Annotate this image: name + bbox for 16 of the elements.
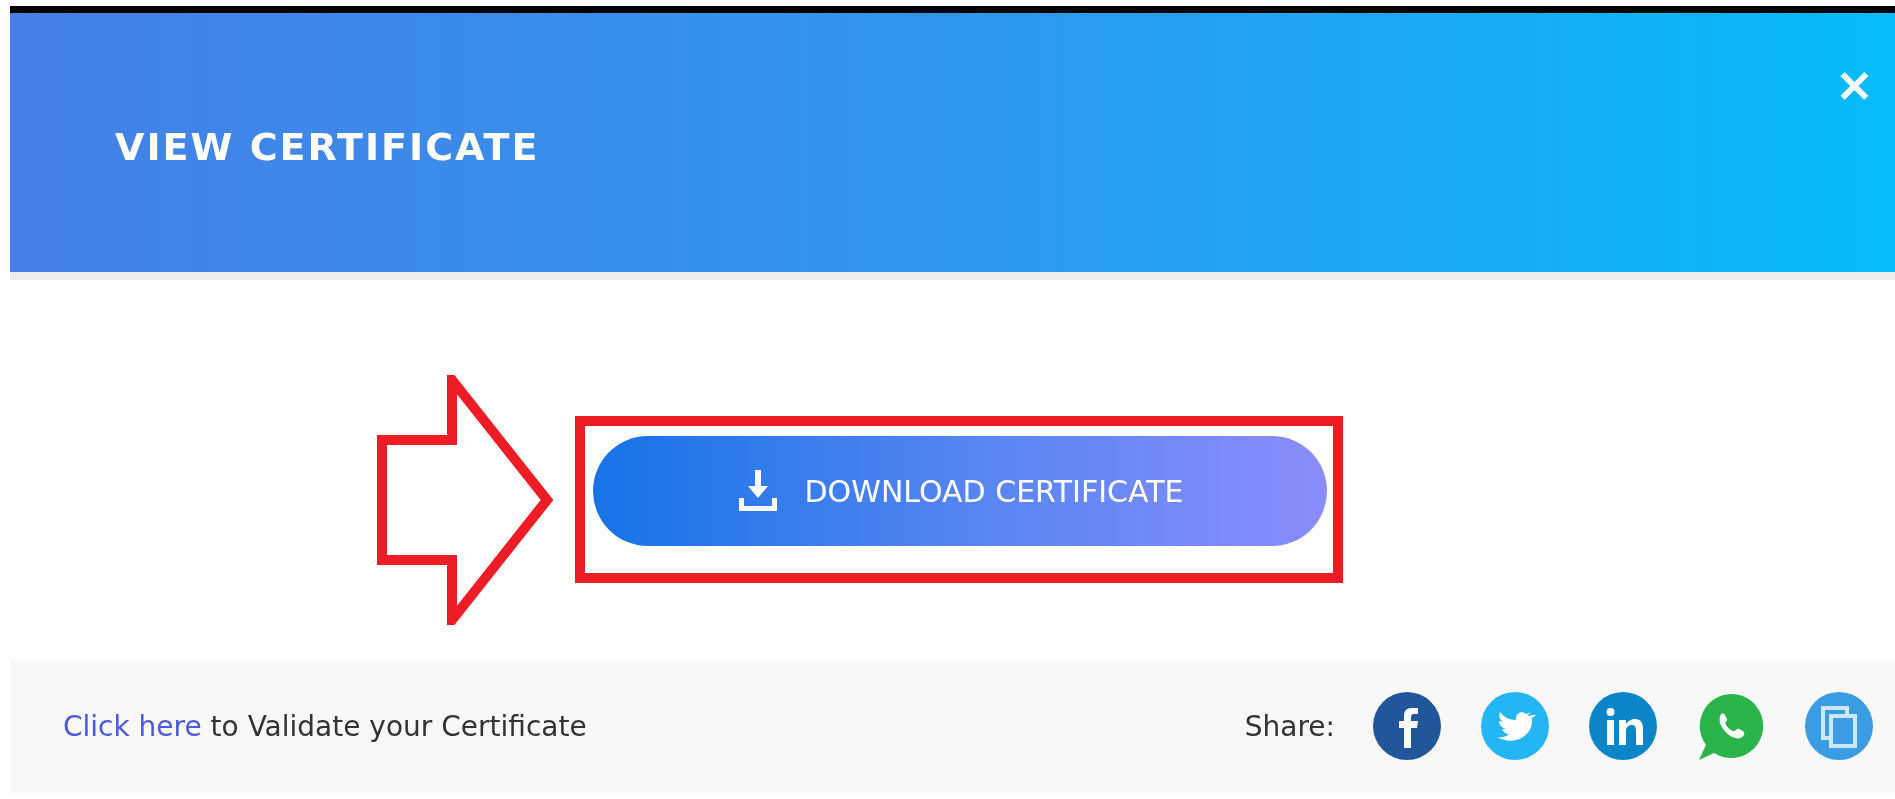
download-label: DOWNLOAD CERTIFICATE — [804, 473, 1184, 509]
download-button[interactable]: DOWNLOAD CERTIFICATE — [593, 436, 1327, 546]
facebook-icon — [1371, 690, 1443, 762]
share-label: Share: — [1244, 709, 1335, 743]
twitter-share-button[interactable] — [1479, 690, 1551, 762]
dialog-title: VIEW CERTIFICATE — [115, 124, 540, 169]
copy-icon — [1803, 690, 1875, 762]
validate-link[interactable]: Click here — [63, 709, 202, 743]
twitter-icon — [1479, 690, 1551, 762]
close-button[interactable]: ✕ — [1836, 65, 1873, 109]
download-icon — [736, 470, 779, 512]
copy-share-button[interactable] — [1803, 690, 1875, 762]
linkedin-share-button[interactable] — [1587, 690, 1659, 762]
validate-text: Click here to Validate your Certificate — [63, 709, 587, 743]
linkedin-icon — [1587, 690, 1659, 762]
facebook-share-button[interactable] — [1371, 690, 1443, 762]
